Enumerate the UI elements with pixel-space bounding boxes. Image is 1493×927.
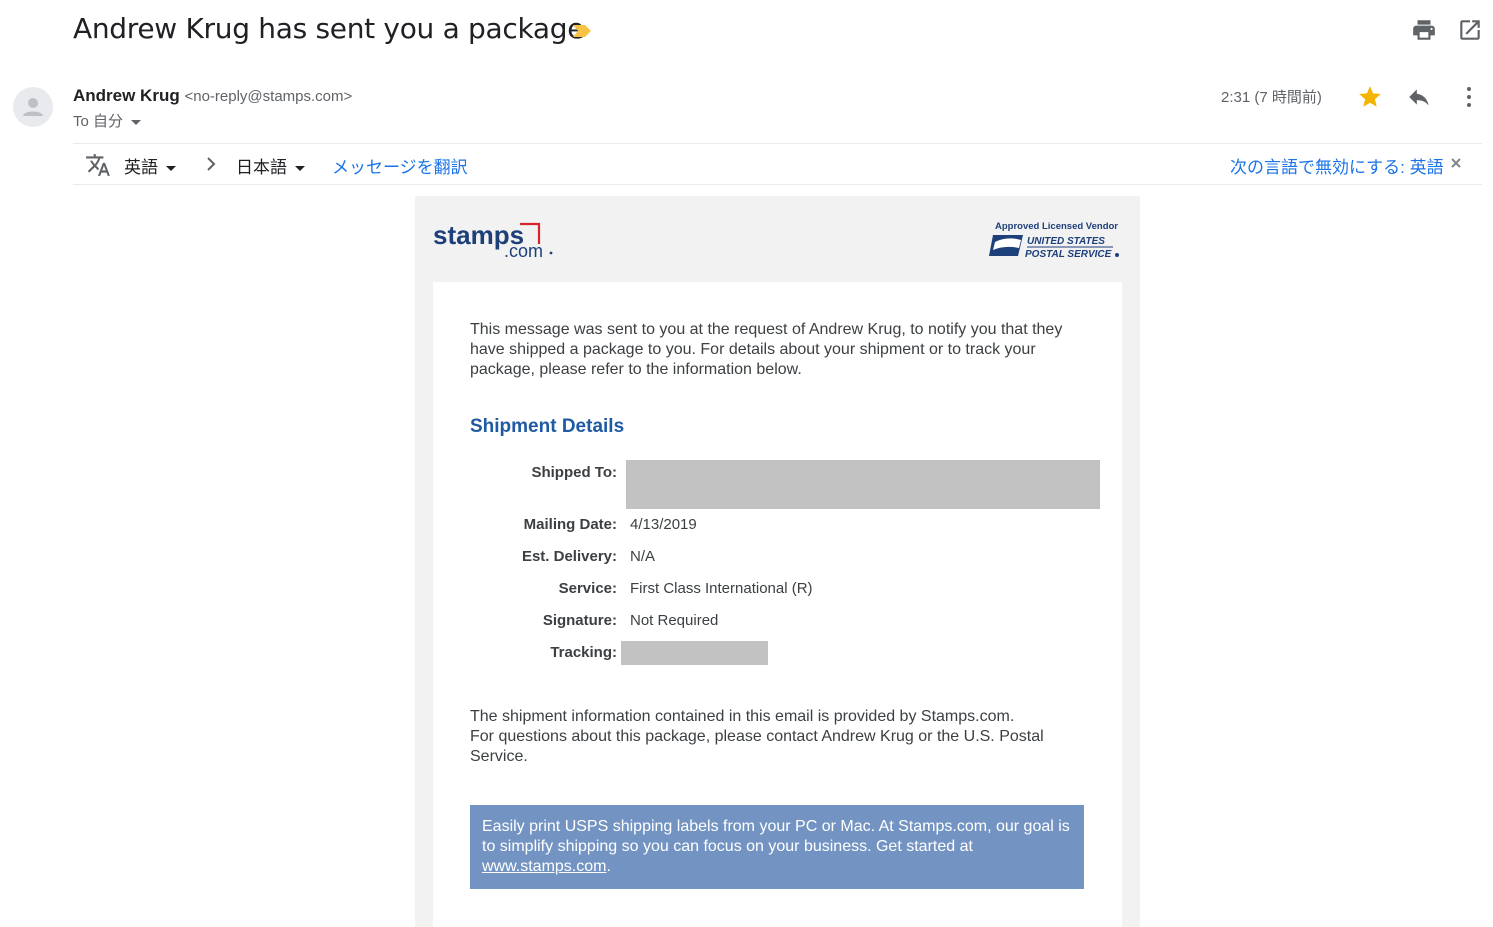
shipped-to-redacted — [626, 460, 1100, 509]
sender-email: <no-reply@stamps.com> — [184, 88, 353, 105]
disable-translate-link[interactable]: 次の言語で無効にする: 英語 — [1230, 153, 1444, 178]
usps-line1-text: UNITED STATES — [1027, 236, 1105, 247]
promo-text: Easily print USPS shipping labels from y… — [482, 818, 1070, 855]
email-timestamp: 2:31 (7 時間前) — [1221, 89, 1322, 106]
importance-marker-icon[interactable] — [571, 23, 593, 39]
star-icon[interactable] — [1357, 84, 1383, 110]
usps-vendor-badge: Approved Licensed Vendor UNITED STATES P… — [989, 221, 1119, 260]
shipped-to-label: Shipped To: — [531, 464, 617, 481]
caret-down-icon — [295, 166, 305, 172]
service-label: Service: — [558, 580, 617, 597]
more-vert-icon[interactable] — [1458, 84, 1480, 110]
footer-line-2: For questions about this package, please… — [470, 728, 1044, 765]
chevron-right-icon — [207, 157, 216, 171]
reply-icon[interactable] — [1406, 84, 1432, 110]
usps-line2-text: POSTAL SERVICE — [1025, 249, 1112, 260]
recipient-dropdown[interactable]: To 自分 — [73, 110, 142, 131]
tracking-redacted — [621, 641, 768, 665]
translate-message-link[interactable]: メッセージを翻訳 — [332, 153, 468, 178]
close-icon[interactable] — [1448, 155, 1464, 171]
open-in-new-icon[interactable] — [1457, 17, 1483, 43]
logo-dotcom-text: .com — [504, 241, 543, 261]
shipment-details-heading: Shipment Details — [470, 416, 625, 437]
usps-approved-text: Approved Licensed Vendor — [995, 221, 1118, 232]
footer-paragraph: The shipment information contained in th… — [470, 707, 1090, 767]
mailing-date-label: Mailing Date: — [523, 516, 617, 533]
email-subject: Andrew Krug has sent you a package — [73, 12, 585, 45]
est-delivery-value: N/A — [630, 548, 656, 565]
avatar[interactable] — [13, 87, 53, 127]
footer-line-1: The shipment information contained in th… — [470, 708, 1015, 725]
est-delivery-label: Est. Delivery: — [521, 548, 617, 565]
stamps-website-link[interactable]: www.stamps.com — [482, 858, 606, 875]
stamps-com-logo: stamps .com — [433, 220, 553, 261]
recipient-label: To 自分 — [73, 113, 124, 130]
intro-paragraph: This message was sent to you at the requ… — [470, 321, 1063, 378]
promo-banner: Easily print USPS shipping labels from y… — [470, 805, 1084, 889]
signature-value: Not Required — [630, 612, 719, 629]
person-icon — [23, 98, 43, 116]
promo-end: . — [606, 858, 611, 875]
target-language-dropdown[interactable]: 日本語 — [236, 153, 305, 178]
tracking-label: Tracking: — [550, 644, 617, 661]
mailing-date-value: 4/13/2019 — [630, 516, 697, 533]
translate-icon — [86, 154, 110, 176]
source-language-dropdown[interactable]: 英語 — [124, 153, 176, 178]
source-language-label: 英語 — [124, 158, 158, 177]
sender-name[interactable]: Andrew Krug <no-reply@stamps.com> — [73, 86, 352, 106]
chevron-down-icon — [131, 119, 142, 125]
print-icon[interactable] — [1411, 17, 1437, 43]
signature-label: Signature: — [542, 612, 617, 629]
caret-down-icon — [166, 166, 176, 172]
service-value: First Class International (R) — [630, 580, 813, 597]
sender-name-text: Andrew Krug — [73, 86, 180, 105]
target-language-label: 日本語 — [236, 158, 287, 177]
